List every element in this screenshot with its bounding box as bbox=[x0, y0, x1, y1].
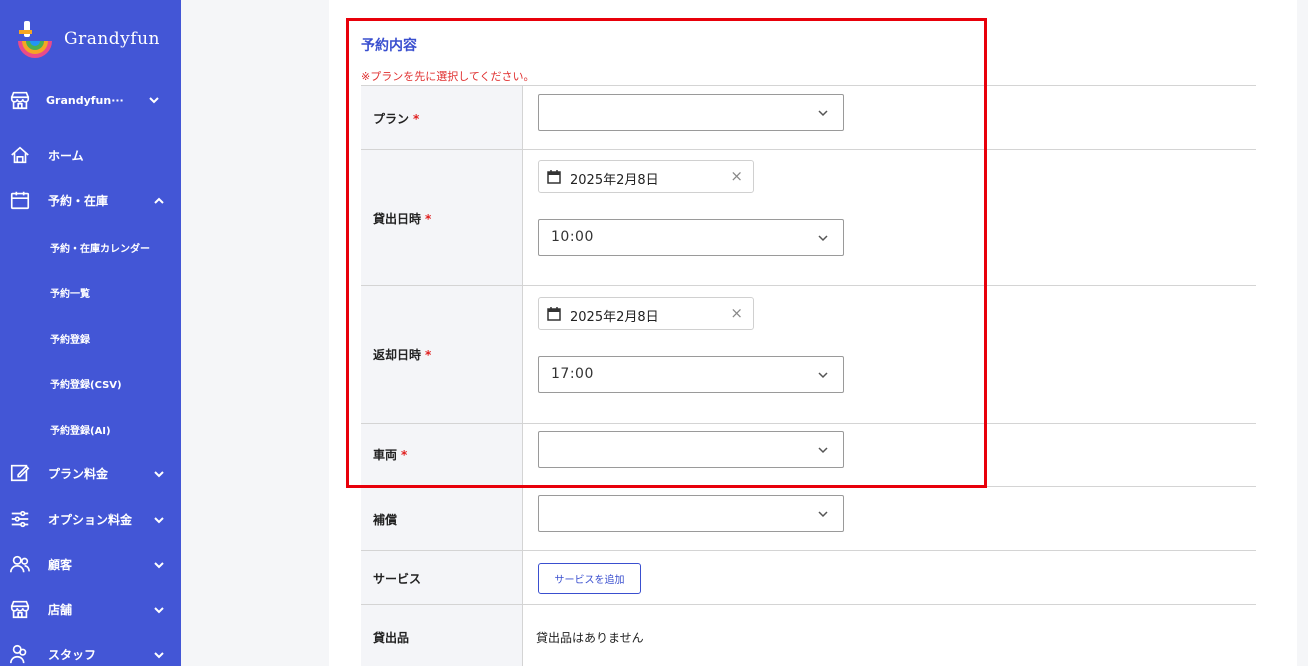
vehicle-row: 車両 * bbox=[361, 423, 1256, 486]
brand[interactable]: Grandyfun bbox=[14, 18, 160, 60]
sidebar-sub-list[interactable]: 予約一覧 bbox=[50, 285, 90, 300]
rental-items-value: 貸出品はありません bbox=[536, 631, 644, 645]
rental-time-value: 10:00 bbox=[551, 229, 594, 245]
users-icon bbox=[8, 552, 32, 576]
chevron-up-icon bbox=[154, 197, 164, 204]
rental-date-value: 2025年2月8日 bbox=[570, 173, 659, 188]
required-mark: * bbox=[425, 212, 432, 226]
add-service-button[interactable]: サービスを追加 bbox=[538, 563, 641, 594]
rental-date-picker[interactable]: 2025年2月8日 × bbox=[538, 160, 754, 193]
sidebar-sub-register-ai[interactable]: 予約登録(AI) bbox=[50, 422, 111, 437]
service-label: サービス bbox=[373, 572, 422, 586]
sidebar-item-label: 予約・在庫 bbox=[48, 193, 109, 208]
chevron-down-icon bbox=[818, 447, 828, 454]
plan-warning: ※プランを先に選択してください。 bbox=[361, 70, 535, 83]
required-mark: * bbox=[425, 348, 432, 362]
plan-row: プラン * bbox=[361, 85, 1256, 149]
return-time-value: 17:00 bbox=[551, 366, 594, 382]
rental-label: 貸出日時 bbox=[373, 212, 422, 226]
rental-time-select[interactable]: 10:00 bbox=[538, 219, 844, 256]
brand-logo-icon bbox=[18, 21, 52, 58]
chevron-down-icon bbox=[154, 652, 164, 659]
page-gutter bbox=[181, 0, 329, 666]
sidebar-sub-calendar[interactable]: 予約・在庫カレンダー bbox=[50, 240, 150, 255]
chevron-down-icon bbox=[818, 511, 828, 518]
sidebar-item-customer[interactable]: 顧客 bbox=[0, 552, 181, 576]
staff-icon bbox=[8, 642, 32, 666]
sidebar-sub-register[interactable]: 予約登録 bbox=[50, 331, 90, 346]
return-time-select[interactable]: 17:00 bbox=[538, 356, 844, 393]
clear-icon[interactable]: × bbox=[730, 304, 743, 322]
required-mark: * bbox=[401, 448, 408, 462]
chevron-down-icon bbox=[154, 517, 164, 524]
scroll-strip[interactable] bbox=[1297, 0, 1308, 666]
chevron-down-icon bbox=[818, 110, 828, 117]
sidebar-item-home[interactable]: ホーム bbox=[0, 143, 181, 167]
chevron-down-icon bbox=[149, 97, 159, 104]
chevron-down-icon bbox=[818, 372, 828, 379]
service-row: サービス サービスを追加 bbox=[361, 550, 1256, 604]
required-mark: * bbox=[413, 112, 420, 126]
return-date-value: 2025年2月8日 bbox=[570, 310, 659, 325]
calendar-icon bbox=[8, 188, 32, 212]
insurance-label: 補償 bbox=[373, 513, 398, 527]
store-selector-label: Grandyfun··· bbox=[46, 93, 124, 107]
sidebar-item-label: オプション料金 bbox=[48, 512, 133, 527]
chevron-down-icon bbox=[154, 607, 164, 614]
sidebar-item-staff[interactable]: スタッフ bbox=[0, 642, 181, 666]
sidebar-item-label: プラン料金 bbox=[48, 466, 109, 481]
sliders-icon bbox=[8, 507, 32, 531]
plan-select[interactable] bbox=[538, 94, 844, 131]
home-icon bbox=[8, 143, 32, 167]
brand-name: Grandyfun bbox=[64, 29, 160, 49]
store-icon bbox=[8, 597, 32, 621]
chevron-down-icon bbox=[818, 235, 828, 242]
calendar-icon bbox=[547, 170, 561, 184]
clear-icon[interactable]: × bbox=[730, 167, 743, 185]
store-icon bbox=[8, 88, 32, 112]
sidebar-item-option-price[interactable]: オプション料金 bbox=[0, 507, 181, 531]
rental-datetime-row: 貸出日時 * 2025年2月8日 × 10:00 bbox=[361, 149, 1256, 285]
sidebar-item-reservation[interactable]: 予約・在庫 bbox=[0, 188, 181, 212]
sidebar: Grandyfun Grandyfun··· ホーム 予約・在庫 予約・在庫カレ… bbox=[0, 0, 181, 666]
return-label: 返却日時 bbox=[373, 348, 422, 362]
chevron-down-icon bbox=[154, 562, 164, 569]
sidebar-sub-register-csv[interactable]: 予約登録(CSV) bbox=[50, 376, 122, 391]
sidebar-item-label: 店舗 bbox=[48, 602, 73, 617]
vehicle-label: 車両 bbox=[373, 448, 398, 462]
sidebar-item-plan-price[interactable]: プラン料金 bbox=[0, 461, 181, 485]
sidebar-item-label: 顧客 bbox=[48, 557, 73, 572]
vehicle-select[interactable] bbox=[538, 431, 844, 468]
insurance-row: 補償 bbox=[361, 486, 1256, 550]
rental-items-label: 貸出品 bbox=[373, 631, 410, 645]
section-title: 予約内容 bbox=[361, 38, 417, 54]
edit-icon bbox=[8, 461, 32, 485]
insurance-select[interactable] bbox=[538, 495, 844, 532]
return-datetime-row: 返却日時 * 2025年2月8日 × 17:00 bbox=[361, 285, 1256, 423]
sidebar-item-label: ホーム bbox=[48, 148, 84, 163]
store-selector[interactable]: Grandyfun··· bbox=[0, 88, 181, 112]
calendar-icon bbox=[547, 307, 561, 321]
chevron-down-icon bbox=[154, 471, 164, 478]
sidebar-item-store[interactable]: 店舗 bbox=[0, 597, 181, 621]
rental-items-row: 貸出品 貸出品はありません bbox=[361, 604, 1256, 666]
plan-label: プラン bbox=[373, 112, 410, 126]
sidebar-item-label: スタッフ bbox=[48, 647, 97, 662]
return-date-picker[interactable]: 2025年2月8日 × bbox=[538, 297, 754, 330]
